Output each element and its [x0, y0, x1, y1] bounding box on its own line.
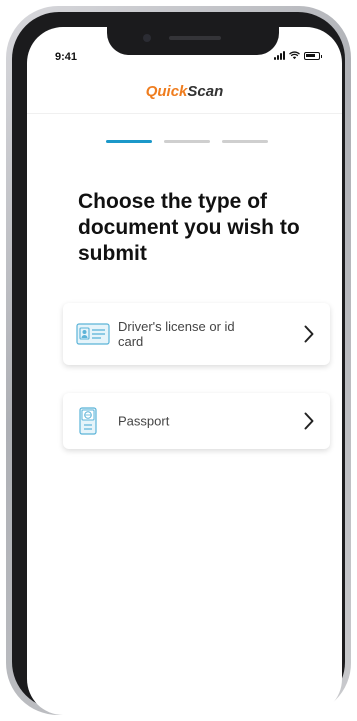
notch — [107, 27, 279, 55]
status-time: 9:41 — [55, 51, 78, 63]
wifi-icon — [289, 51, 300, 60]
option-label: Passport — [118, 413, 170, 429]
option-label: Driver's license or id card — [118, 319, 235, 349]
front-camera — [143, 34, 151, 42]
step-1-indicator — [106, 140, 152, 143]
page-title: Choose the type of document you wish to … — [78, 190, 300, 265]
phone-screen: 9:41 QuickScan Choose the type of docume… — [27, 27, 342, 715]
progress-stepper — [106, 140, 268, 143]
earpiece-speaker — [169, 36, 221, 40]
signal-icon — [274, 51, 285, 60]
app-header: QuickScan — [27, 83, 342, 114]
step-2-indicator — [164, 140, 210, 143]
battery-icon — [304, 51, 322, 60]
phone-frame: 9:41 QuickScan Choose the type of docume… — [6, 6, 351, 715]
id-card-icon — [76, 323, 110, 345]
logo-quick: Quick — [145, 83, 188, 100]
chevron-right-icon — [304, 325, 314, 343]
chevron-right-icon — [304, 412, 314, 430]
step-3-indicator — [222, 140, 268, 143]
passport-icon — [79, 407, 97, 435]
status-icons — [274, 51, 322, 60]
option-passport[interactable]: Passport — [63, 393, 330, 449]
option-drivers-license[interactable]: Driver's license or id card — [63, 303, 330, 365]
logo-scan: Scan — [187, 83, 224, 100]
